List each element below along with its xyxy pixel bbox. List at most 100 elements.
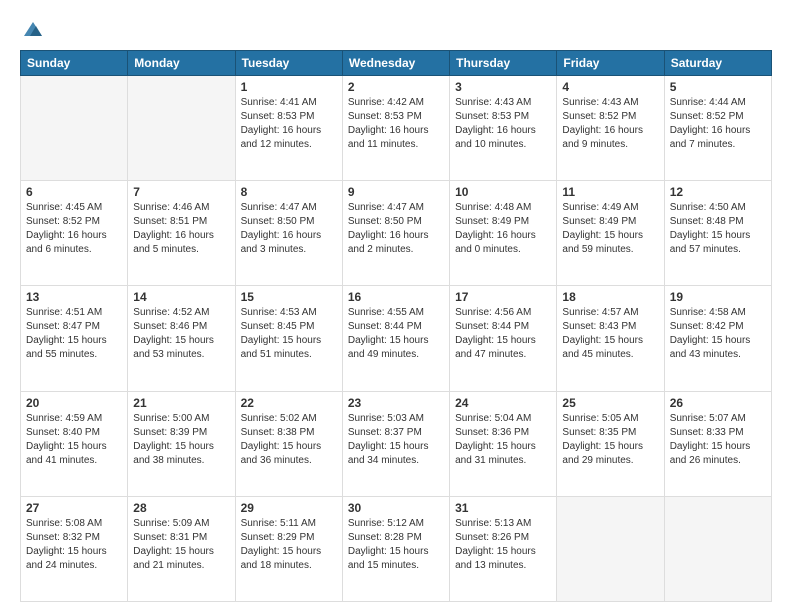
calendar-cell: 3 Sunrise: 4:43 AM Sunset: 8:53 PM Daylig…	[450, 76, 557, 181]
day-number: 7	[133, 185, 229, 199]
calendar-cell	[557, 496, 664, 601]
day-info: Sunrise: 4:57 AM Sunset: 8:43 PM Dayligh…	[562, 306, 658, 362]
calendar-cell: 21Sunrise: 5:00 AM Sunset: 8:39 PM Dayli…	[128, 391, 235, 496]
day-number: 11	[562, 185, 658, 199]
calendar-cell: 2 Sunrise: 4:42 AM Sunset: 8:53 PM Daylig…	[342, 76, 449, 181]
day-number: 1	[241, 80, 337, 94]
calendar-cell: 30Sunrise: 5:12 AM Sunset: 8:28 PM Dayli…	[342, 496, 449, 601]
day-number: 5	[670, 80, 766, 94]
day-info: Sunrise: 4:46 AM Sunset: 8:51 PM Dayligh…	[133, 201, 229, 257]
day-info: Sunrise: 5:11 AM Sunset: 8:29 PM Dayligh…	[241, 517, 337, 573]
calendar-week-3: 13Sunrise: 4:51 AM Sunset: 8:47 PM Dayli…	[21, 286, 772, 391]
day-info: Sunrise: 4:47 AM Sunset: 8:50 PM Dayligh…	[241, 201, 337, 257]
calendar-week-4: 20 Sunrise: 4:59 AM Sunset: 8:40 PM Dayli…	[21, 391, 772, 496]
day-number: 22	[241, 396, 337, 410]
day-info: Sunrise: 4:51 AM Sunset: 8:47 PM Dayligh…	[26, 306, 122, 362]
day-info: Sunrise: 4:52 AM Sunset: 8:46 PM Dayligh…	[133, 306, 229, 362]
calendar-cell: 9 Sunrise: 4:47 AM Sunset: 8:50 PM Daylig…	[342, 181, 449, 286]
day-number: 9	[348, 185, 444, 199]
header	[20, 18, 772, 40]
day-info: Sunrise: 5:13 AM Sunset: 8:26 PM Dayligh…	[455, 517, 551, 573]
day-info: Sunrise: 4:49 AM Sunset: 8:49 PM Dayligh…	[562, 201, 658, 257]
calendar-cell: 17 Sunrise: 4:56 AM Sunset: 8:44 PM Dayli…	[450, 286, 557, 391]
calendar-header-tuesday: Tuesday	[235, 51, 342, 76]
calendar-cell: 1 Sunrise: 4:41 AM Sunset: 8:53 PM Daylig…	[235, 76, 342, 181]
day-number: 14	[133, 290, 229, 304]
calendar-cell	[21, 76, 128, 181]
day-info: Sunrise: 4:41 AM Sunset: 8:53 PM Dayligh…	[241, 96, 337, 152]
logo-icon	[22, 18, 44, 40]
calendar-cell: 18 Sunrise: 4:57 AM Sunset: 8:43 PM Dayli…	[557, 286, 664, 391]
calendar-cell	[664, 496, 771, 601]
day-info: Sunrise: 5:00 AM Sunset: 8:39 PM Dayligh…	[133, 412, 229, 468]
day-info: Sunrise: 4:43 AM Sunset: 8:53 PM Dayligh…	[455, 96, 551, 152]
day-number: 20	[26, 396, 122, 410]
day-info: Sunrise: 5:03 AM Sunset: 8:37 PM Dayligh…	[348, 412, 444, 468]
day-number: 28	[133, 501, 229, 515]
day-info: Sunrise: 4:42 AM Sunset: 8:53 PM Dayligh…	[348, 96, 444, 152]
calendar-cell: 11 Sunrise: 4:49 AM Sunset: 8:49 PM Dayli…	[557, 181, 664, 286]
day-number: 16	[348, 290, 444, 304]
day-info: Sunrise: 4:44 AM Sunset: 8:52 PM Dayligh…	[670, 96, 766, 152]
calendar-cell: 13Sunrise: 4:51 AM Sunset: 8:47 PM Dayli…	[21, 286, 128, 391]
calendar-header-row: SundayMondayTuesdayWednesdayThursdayFrid…	[21, 51, 772, 76]
day-info: Sunrise: 5:07 AM Sunset: 8:33 PM Dayligh…	[670, 412, 766, 468]
calendar-cell: 20 Sunrise: 4:59 AM Sunset: 8:40 PM Dayli…	[21, 391, 128, 496]
day-number: 2	[348, 80, 444, 94]
day-info: Sunrise: 4:59 AM Sunset: 8:40 PM Dayligh…	[26, 412, 122, 468]
calendar-cell: 25 Sunrise: 5:05 AM Sunset: 8:35 PM Dayli…	[557, 391, 664, 496]
calendar-cell: 5 Sunrise: 4:44 AM Sunset: 8:52 PM Daylig…	[664, 76, 771, 181]
calendar-week-5: 27Sunrise: 5:08 AM Sunset: 8:32 PM Dayli…	[21, 496, 772, 601]
day-number: 17	[455, 290, 551, 304]
day-number: 18	[562, 290, 658, 304]
calendar-cell: 29 Sunrise: 5:11 AM Sunset: 8:29 PM Dayli…	[235, 496, 342, 601]
day-info: Sunrise: 4:45 AM Sunset: 8:52 PM Dayligh…	[26, 201, 122, 257]
day-info: Sunrise: 5:12 AM Sunset: 8:28 PM Dayligh…	[348, 517, 444, 573]
day-number: 12	[670, 185, 766, 199]
calendar-header-saturday: Saturday	[664, 51, 771, 76]
calendar-cell: 7 Sunrise: 4:46 AM Sunset: 8:51 PM Daylig…	[128, 181, 235, 286]
logo	[20, 18, 44, 40]
calendar-cell: 19 Sunrise: 4:58 AM Sunset: 8:42 PM Dayli…	[664, 286, 771, 391]
day-info: Sunrise: 4:47 AM Sunset: 8:50 PM Dayligh…	[348, 201, 444, 257]
calendar-cell: 14 Sunrise: 4:52 AM Sunset: 8:46 PM Dayli…	[128, 286, 235, 391]
calendar-header-friday: Friday	[557, 51, 664, 76]
calendar-cell: 6 Sunrise: 4:45 AM Sunset: 8:52 PM Daylig…	[21, 181, 128, 286]
calendar-cell: 26Sunrise: 5:07 AM Sunset: 8:33 PM Dayli…	[664, 391, 771, 496]
day-info: Sunrise: 4:53 AM Sunset: 8:45 PM Dayligh…	[241, 306, 337, 362]
day-number: 29	[241, 501, 337, 515]
day-info: Sunrise: 4:55 AM Sunset: 8:44 PM Dayligh…	[348, 306, 444, 362]
day-number: 19	[670, 290, 766, 304]
calendar-header-thursday: Thursday	[450, 51, 557, 76]
calendar-cell: 22 Sunrise: 5:02 AM Sunset: 8:38 PM Dayli…	[235, 391, 342, 496]
calendar-cell: 16 Sunrise: 4:55 AM Sunset: 8:44 PM Dayli…	[342, 286, 449, 391]
calendar-cell: 31 Sunrise: 5:13 AM Sunset: 8:26 PM Dayli…	[450, 496, 557, 601]
day-info: Sunrise: 4:43 AM Sunset: 8:52 PM Dayligh…	[562, 96, 658, 152]
day-info: Sunrise: 4:50 AM Sunset: 8:48 PM Dayligh…	[670, 201, 766, 257]
page: SundayMondayTuesdayWednesdayThursdayFrid…	[0, 0, 792, 612]
day-info: Sunrise: 4:58 AM Sunset: 8:42 PM Dayligh…	[670, 306, 766, 362]
day-number: 27	[26, 501, 122, 515]
day-info: Sunrise: 5:02 AM Sunset: 8:38 PM Dayligh…	[241, 412, 337, 468]
day-number: 6	[26, 185, 122, 199]
day-number: 25	[562, 396, 658, 410]
day-number: 15	[241, 290, 337, 304]
day-info: Sunrise: 5:09 AM Sunset: 8:31 PM Dayligh…	[133, 517, 229, 573]
calendar-header-wednesday: Wednesday	[342, 51, 449, 76]
day-number: 3	[455, 80, 551, 94]
day-number: 8	[241, 185, 337, 199]
calendar-header-monday: Monday	[128, 51, 235, 76]
day-number: 10	[455, 185, 551, 199]
day-info: Sunrise: 5:05 AM Sunset: 8:35 PM Dayligh…	[562, 412, 658, 468]
calendar-cell: 4 Sunrise: 4:43 AM Sunset: 8:52 PM Daylig…	[557, 76, 664, 181]
day-number: 4	[562, 80, 658, 94]
calendar-table: SundayMondayTuesdayWednesdayThursdayFrid…	[20, 50, 772, 602]
calendar-week-2: 6 Sunrise: 4:45 AM Sunset: 8:52 PM Daylig…	[21, 181, 772, 286]
calendar-cell: 12 Sunrise: 4:50 AM Sunset: 8:48 PM Dayli…	[664, 181, 771, 286]
day-info: Sunrise: 4:56 AM Sunset: 8:44 PM Dayligh…	[455, 306, 551, 362]
calendar-week-1: 1 Sunrise: 4:41 AM Sunset: 8:53 PM Daylig…	[21, 76, 772, 181]
calendar-cell: 24Sunrise: 5:04 AM Sunset: 8:36 PM Dayli…	[450, 391, 557, 496]
day-number: 31	[455, 501, 551, 515]
calendar-cell: 28 Sunrise: 5:09 AM Sunset: 8:31 PM Dayli…	[128, 496, 235, 601]
day-info: Sunrise: 5:04 AM Sunset: 8:36 PM Dayligh…	[455, 412, 551, 468]
